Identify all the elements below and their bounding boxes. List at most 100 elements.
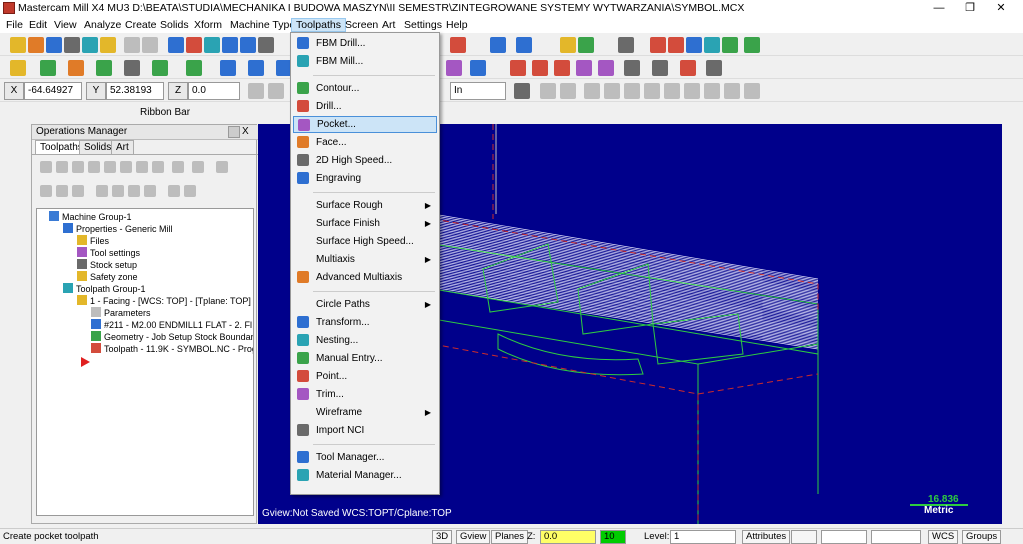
wireframe-icon[interactable]	[652, 60, 668, 76]
menu-item-point[interactable]: Point...	[293, 368, 437, 385]
menu-machine-type[interactable]: Machine Type	[226, 18, 299, 32]
backplot-icon[interactable]	[668, 37, 684, 53]
menu-item-engraving[interactable]: Engraving	[293, 170, 437, 187]
close-window-button[interactable]: ✕	[986, 0, 1016, 17]
z-coord-input[interactable]: 0.0	[188, 82, 240, 100]
menu-item-surface-high-speed[interactable]: Surface High Speed...	[293, 233, 437, 250]
line-style-select[interactable]	[821, 530, 867, 544]
point-create-icon[interactable]	[10, 60, 26, 76]
select-single-icon[interactable]	[644, 83, 660, 99]
pin-panel-icon[interactable]	[228, 126, 240, 138]
mill-icon[interactable]	[5, 330, 19, 344]
toggle-display-icon[interactable]	[56, 185, 68, 197]
tree-node[interactable]: Safety zone	[77, 271, 138, 283]
tools-icon[interactable]	[706, 60, 722, 76]
view-globe-icon[interactable]	[490, 37, 506, 53]
view-sphere-icon[interactable]	[516, 37, 532, 53]
wcs-button[interactable]: WCS	[928, 530, 959, 544]
new-file-icon[interactable]	[10, 37, 26, 53]
grid-icon[interactable]	[510, 60, 526, 76]
brush-icon[interactable]	[618, 37, 634, 53]
lock-ops-icon[interactable]	[40, 185, 52, 197]
repaint-icon[interactable]	[204, 37, 220, 53]
verify-selection-icon[interactable]	[684, 83, 700, 99]
redo-icon[interactable]	[142, 37, 158, 53]
lock-x-icon[interactable]	[268, 83, 284, 99]
close-panel-button[interactable]: X	[242, 126, 249, 137]
select-solid-icon[interactable]	[664, 83, 680, 99]
y-coord-input[interactable]: 52.38193	[106, 82, 164, 100]
solid-icon[interactable]	[5, 314, 19, 328]
verify-icon[interactable]	[650, 37, 666, 53]
select-cursor-icon[interactable]	[514, 83, 530, 99]
front-view-icon[interactable]	[5, 154, 19, 168]
level-select[interactable]: 1	[670, 530, 736, 544]
select-all-ops-icon[interactable]	[40, 161, 52, 173]
circle-create-icon[interactable]	[68, 60, 84, 76]
pencil-icon[interactable]	[560, 37, 576, 53]
help-ops-icon[interactable]	[216, 161, 228, 173]
scroll-to-insert-icon[interactable]	[144, 185, 156, 197]
hide-icon[interactable]	[1005, 384, 1019, 398]
gview-button[interactable]: Gview	[456, 530, 491, 544]
menu-edit[interactable]: Edit	[25, 18, 51, 32]
x-coord-input[interactable]: -64.64927	[24, 82, 82, 100]
side-view-icon[interactable]	[5, 170, 19, 184]
iso-view-icon[interactable]	[5, 186, 19, 200]
rotate-icon[interactable]	[248, 60, 264, 76]
z-depth-input[interactable]: 0.0	[540, 530, 596, 544]
recent-func-1-icon[interactable]	[1005, 422, 1019, 436]
menu-toolpaths[interactable]: Toolpaths	[291, 18, 346, 32]
select-vector-icon[interactable]	[624, 83, 640, 99]
insert-arrow-icon[interactable]	[81, 357, 90, 367]
insert-arrow-icon[interactable]	[128, 185, 140, 197]
menu-analyze[interactable]: Analyze	[80, 18, 125, 32]
select-dirty-ops-icon[interactable]	[56, 161, 68, 173]
add-level-icon[interactable]	[1005, 312, 1019, 326]
menu-help[interactable]: Help	[442, 18, 472, 32]
recent-func-4-icon[interactable]	[1005, 476, 1019, 490]
top-view-icon[interactable]	[5, 136, 19, 150]
regen-dirty-icon[interactable]	[88, 161, 100, 173]
simulate-ops-icon[interactable]	[136, 161, 148, 173]
tree-node[interactable]: Machine Group-1	[49, 211, 132, 223]
ms-view-icon[interactable]	[1005, 134, 1019, 148]
menu-item-manual-entry[interactable]: Manual Entry...	[293, 350, 437, 367]
line-width-select[interactable]	[871, 530, 921, 544]
dimension-icon[interactable]	[470, 60, 486, 76]
menu-item-transform[interactable]: Transform...	[293, 314, 437, 331]
color-icon[interactable]	[5, 288, 19, 302]
menu-item-surface-finish[interactable]: Surface Finish ▶	[293, 215, 437, 232]
select-chain-icon[interactable]	[540, 83, 556, 99]
menu-item-pocket[interactable]: Pocket...	[293, 116, 437, 133]
shading-icon[interactable]	[450, 37, 466, 53]
select-window-icon[interactable]	[560, 83, 576, 99]
single-op-icon[interactable]	[168, 185, 180, 197]
clear-selection-icon[interactable]	[704, 83, 720, 99]
tree-node[interactable]: Geometry - Job Setup Stock Boundary	[91, 331, 253, 343]
menu-item-surface-rough[interactable]: Surface Rough ▶	[293, 197, 437, 214]
help-selection-icon[interactable]	[744, 83, 760, 99]
menu-art[interactable]: Art	[378, 18, 399, 32]
planes-button[interactable]: Planes	[491, 530, 529, 544]
menu-item-drill[interactable]: Drill...	[293, 98, 437, 115]
toggle-post-icon[interactable]	[72, 185, 84, 197]
only-display-icon[interactable]	[184, 185, 196, 197]
menu-item-material-manager[interactable]: Material Manager...	[293, 467, 437, 484]
undo-icon[interactable]	[124, 37, 140, 53]
tab-art[interactable]: Art	[111, 140, 134, 154]
rectangle-create-icon[interactable]	[96, 60, 112, 76]
3d-button[interactable]: 3D	[432, 530, 453, 544]
tree-node[interactable]: Toolpath Group-1	[63, 283, 146, 295]
menu-settings[interactable]: Settings	[400, 18, 446, 32]
chain-icon[interactable]	[1005, 366, 1019, 380]
print-preview-icon[interactable]	[82, 37, 98, 53]
solid-extrude-icon[interactable]	[186, 60, 202, 76]
menu-create[interactable]: Create	[121, 18, 161, 32]
menu-item-contour[interactable]: Contour...	[293, 80, 437, 97]
tree-node[interactable]: Stock setup	[77, 259, 137, 271]
level-icon[interactable]	[5, 272, 19, 286]
open-file-icon[interactable]	[28, 37, 44, 53]
tree-node[interactable]: Toolpath - 11.9K - SYMBOL.NC - Progra	[91, 343, 253, 355]
point-style-select[interactable]	[791, 530, 817, 544]
